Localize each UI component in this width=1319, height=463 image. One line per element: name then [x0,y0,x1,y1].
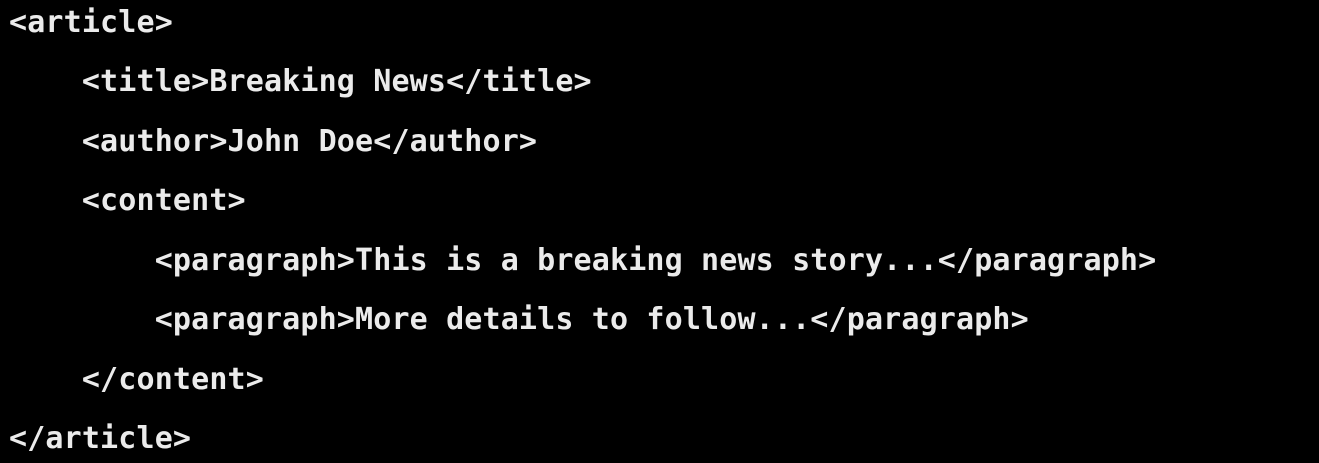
xml-code-block: <article> <title>Breaking News</title> <… [9,0,1315,463]
code-line-article-open: <article> [9,5,173,40]
code-line-paragraph-2: <paragraph>More details to follow...</pa… [9,302,1029,337]
code-line-paragraph-1: <paragraph>This is a breaking news story… [9,243,1157,278]
code-line-article-close: </article> [9,421,192,456]
code-line-author: <author>John Doe</author> [9,124,538,159]
screen: { "colors": { "background": "#000000", "… [0,0,1319,463]
code-line-content-close: </content> [9,362,264,397]
code-line-title: <title>Breaking News</title> [9,64,592,99]
code-line-content-open: <content> [9,183,246,218]
